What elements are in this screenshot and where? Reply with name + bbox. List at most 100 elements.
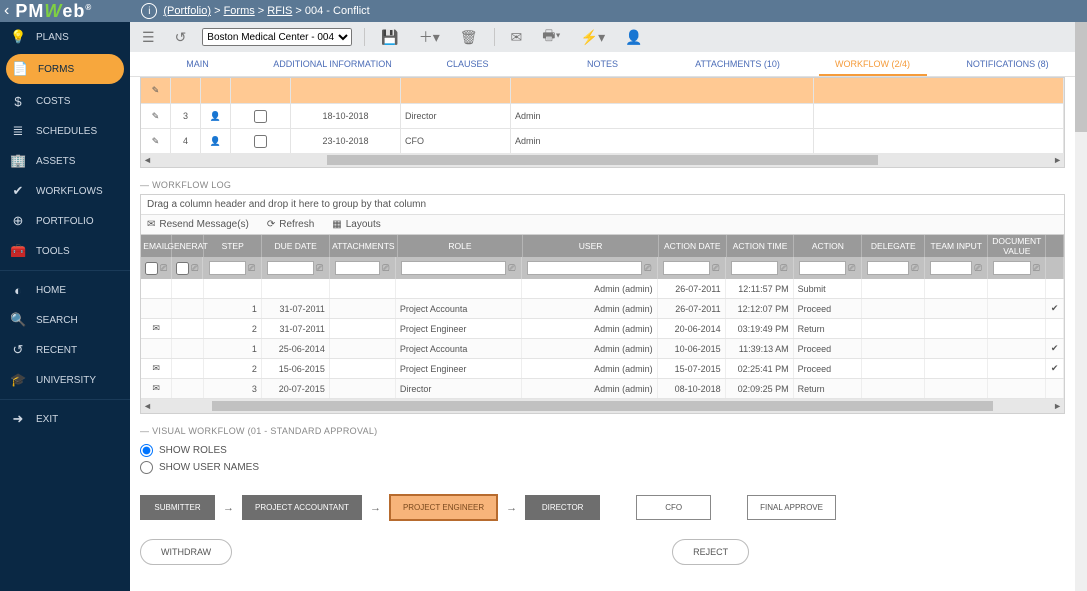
sidebar-item-workflows[interactable]: ✔WORKFLOWS — [0, 176, 130, 206]
sidebar-item-forms[interactable]: 📄FORMS — [6, 54, 124, 84]
resend-button[interactable]: ✉Resend Message(s) — [147, 219, 249, 230]
tab-attachments[interactable]: ATTACHMENTS (10) — [670, 52, 805, 76]
sidebar-item-university[interactable]: 🎓UNIVERSITY — [0, 365, 130, 395]
funnel-icon[interactable]: ⎚ — [160, 263, 167, 274]
node-pa[interactable]: PROJECT ACCOUNTANT — [242, 495, 362, 520]
node-submitter[interactable]: SUBMITTER — [140, 495, 215, 520]
funnel-icon[interactable]: ⎚ — [508, 263, 515, 274]
save-icon[interactable]: 💾 — [377, 27, 402, 48]
funnel-icon[interactable]: ⎚ — [316, 263, 323, 274]
hscroll-log[interactable]: ◄► — [141, 399, 1064, 413]
filter-role[interactable] — [401, 261, 506, 275]
node-cfo[interactable]: CFO — [636, 495, 711, 520]
log-row[interactable]: Admin (admin)26-07-201112:11:57 PMSubmit — [141, 279, 1064, 299]
crumb-rfis[interactable]: RFIS — [267, 5, 292, 17]
list-view-icon[interactable]: ☰ — [138, 27, 159, 48]
col-delegate[interactable]: DELEGATE — [862, 235, 925, 257]
col-user[interactable]: USER — [523, 235, 658, 257]
hscroll-step[interactable]: ◄► — [141, 153, 1064, 167]
crumb-portfolio[interactable]: (Portfolio) — [163, 5, 211, 17]
funnel-icon[interactable]: ⎚ — [848, 263, 855, 274]
tab-main[interactable]: MAIN — [130, 52, 265, 76]
filter-gen-check[interactable] — [176, 262, 189, 275]
filter-atime[interactable] — [731, 261, 778, 275]
node-final[interactable]: FINAL APPROVE — [747, 495, 836, 520]
funnel-icon[interactable]: ⎚ — [974, 263, 981, 274]
node-dir[interactable]: DIRECTOR — [525, 495, 600, 520]
sidebar-item-plans[interactable]: 💡PLANS — [0, 22, 130, 52]
col-generate[interactable]: GENERAT — [172, 235, 204, 257]
group-drop-hint[interactable]: Drag a column header and drop it here to… — [141, 195, 1064, 215]
funnel-icon[interactable]: ⎚ — [712, 263, 719, 274]
layouts-button[interactable]: ▦Layouts — [332, 219, 380, 230]
scroll-left-icon[interactable]: ◄ — [143, 155, 152, 165]
withdraw-button[interactable]: WITHDRAW — [140, 539, 232, 565]
project-select[interactable]: Boston Medical Center - 004 - Confli — [202, 28, 352, 46]
step-row[interactable]: ✎ 4 👤 23-10-2018 CFO Admin — [141, 128, 1064, 153]
log-row[interactable]: 125-06-2014Project AccountaAdmin (admin)… — [141, 339, 1064, 359]
sidebar-item-portfolio[interactable]: ⊕PORTFOLIO — [0, 206, 130, 236]
scroll-left-icon[interactable]: ◄ — [143, 401, 152, 411]
pencil-icon[interactable]: ✎ — [152, 136, 160, 147]
step-row[interactable]: ✎ 3 👤 18-10-2018 Director Admin — [141, 103, 1064, 128]
crumb-forms[interactable]: Forms — [224, 5, 255, 17]
node-pe[interactable]: PROJECT ENGINEER — [389, 494, 498, 521]
page-scrollbar[interactable] — [1075, 22, 1087, 591]
filter-email-check[interactable] — [145, 262, 158, 275]
funnel-icon[interactable]: ⎚ — [644, 263, 651, 274]
user-icon[interactable]: 👤 — [621, 27, 646, 48]
log-row[interactable]: 131-07-2011Project AccountaAdmin (admin)… — [141, 299, 1064, 319]
log-row[interactable]: ✉320-07-2015DirectorAdmin (admin)08-10-2… — [141, 379, 1064, 399]
tab-workflow[interactable]: WORKFLOW (2/4) — [805, 52, 940, 76]
back-icon[interactable]: ‹ — [4, 2, 9, 20]
pencil-icon[interactable]: ✎ — [152, 111, 160, 122]
tab-clauses[interactable]: CLAUSES — [400, 52, 535, 76]
content-scroll[interactable]: ✎ ✎ 3 👤 18-10-2018 Director Admin ✎ 4 👤 … — [130, 77, 1075, 591]
filter-att[interactable] — [335, 261, 380, 275]
sidebar-item-tools[interactable]: 🧰TOOLS — [0, 236, 130, 266]
bolt-icon[interactable]: ⚡▾ — [577, 27, 609, 48]
filter-del[interactable] — [867, 261, 909, 275]
col-role[interactable]: ROLE — [398, 235, 524, 257]
refresh-button[interactable]: ⟳Refresh — [267, 219, 314, 230]
sidebar-item-home[interactable]: ◐HOME — [0, 275, 130, 305]
funnel-icon[interactable]: ⎚ — [780, 263, 787, 274]
col-actiontime[interactable]: ACTION TIME — [727, 235, 795, 257]
sidebar-item-search[interactable]: 🔍SEARCH — [0, 305, 130, 335]
col-action[interactable]: ACTION — [794, 235, 862, 257]
sidebar-item-exit[interactable]: ➜EXIT — [0, 404, 130, 434]
sidebar-item-costs[interactable]: $COSTS — [0, 86, 130, 116]
step-checkbox[interactable] — [254, 135, 267, 148]
scroll-right-icon[interactable]: ► — [1053, 155, 1062, 165]
col-due[interactable]: DUE DATE — [262, 235, 330, 257]
log-row[interactable]: ✉215-06-2015Project EngineerAdmin (admin… — [141, 359, 1064, 379]
filter-action[interactable] — [799, 261, 846, 275]
add-icon[interactable]: ＋▾ — [415, 25, 444, 49]
tab-additional[interactable]: ADDITIONAL INFORMATION — [265, 52, 400, 76]
pencil-icon[interactable]: ✎ — [152, 85, 160, 96]
filter-step[interactable] — [209, 261, 246, 275]
sidebar-item-assets[interactable]: 🏢ASSETS — [0, 146, 130, 176]
trash-icon[interactable]: 🗑 — [456, 27, 482, 48]
filter-adate[interactable] — [663, 261, 710, 275]
col-step[interactable]: STEP — [204, 235, 262, 257]
col-attachments[interactable]: ATTACHMENTS — [330, 235, 398, 257]
history-icon[interactable]: ↺ — [171, 27, 191, 48]
step-checkbox[interactable] — [254, 110, 267, 123]
funnel-icon[interactable]: ⎚ — [248, 263, 255, 274]
mail-icon[interactable]: ✉ — [507, 27, 527, 48]
sidebar-item-schedules[interactable]: ≣SCHEDULES — [0, 116, 130, 146]
funnel-icon[interactable]: ⎚ — [1033, 263, 1040, 274]
filter-doc[interactable] — [993, 261, 1030, 275]
info-icon[interactable]: i — [141, 3, 157, 19]
filter-user[interactable] — [527, 261, 642, 275]
funnel-icon[interactable]: ⎚ — [382, 263, 389, 274]
tab-notes[interactable]: NOTES — [535, 52, 670, 76]
col-docvalue[interactable]: DOCUMENT VALUE — [988, 235, 1046, 257]
funnel-icon[interactable]: ⎚ — [911, 263, 918, 274]
scroll-right-icon[interactable]: ► — [1053, 401, 1062, 411]
funnel-icon[interactable]: ⎚ — [191, 263, 198, 274]
show-users-radio[interactable]: SHOW USER NAMES — [140, 461, 1065, 474]
filter-due[interactable] — [267, 261, 314, 275]
filter-team[interactable] — [930, 261, 972, 275]
